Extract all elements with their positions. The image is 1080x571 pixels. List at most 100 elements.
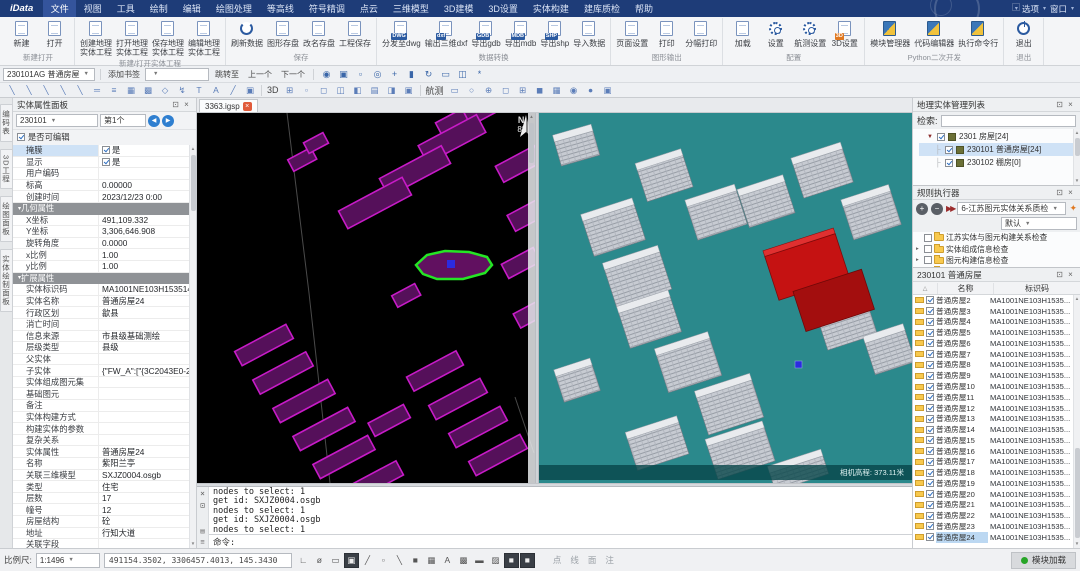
close-icon[interactable]: ×: [1065, 188, 1076, 197]
property-row[interactable]: y比例 1.00: [13, 261, 189, 273]
settings-3d-button[interactable]: 3D3D设置: [828, 19, 861, 48]
float-panel-icon[interactable]: ⊡: [1054, 100, 1065, 109]
property-row[interactable]: 掩膜 是: [13, 145, 189, 157]
camera-icon[interactable]: ◉: [566, 84, 582, 97]
table-row[interactable]: 普通房屋18 MA1001NE103H1535...: [915, 467, 1073, 478]
menu-tab[interactable]: 等高线: [259, 0, 301, 17]
property-row[interactable]: 基础图元: [13, 388, 189, 400]
expand-icon[interactable]: ▼: [927, 134, 934, 140]
expand-icon[interactable]: ▸: [916, 246, 922, 252]
table-row[interactable]: 普通房屋15 MA1001NE103H1535...: [915, 435, 1073, 446]
close-icon[interactable]: ×: [1065, 100, 1076, 109]
property-row[interactable]: 地址 行知大道: [13, 528, 189, 540]
table-row[interactable]: 普通房屋9 MA1001NE103H1535...: [915, 370, 1073, 381]
checkbox[interactable]: [926, 329, 934, 337]
rule-tree-node[interactable]: ▸ 处理: [916, 266, 1080, 267]
export-3d-dxf-button[interactable]: dxf输出三维dxf: [423, 19, 470, 48]
property-row[interactable]: x比例 1.00: [13, 249, 189, 261]
ortho-photo-icon[interactable]: ▣: [242, 84, 258, 97]
checkbox[interactable]: [926, 522, 934, 530]
open-view-icon[interactable]: ▭: [438, 68, 453, 81]
map-2d-canvas[interactable]: [197, 113, 535, 483]
draw-line-icon[interactable]: ╲: [21, 84, 37, 97]
aerial-survey-label[interactable]: 航测: [424, 84, 446, 97]
table-row[interactable]: 普通房屋8 MA1001NE103H1535...: [915, 360, 1073, 371]
print-button[interactable]: 打印: [650, 19, 683, 48]
selection-handle-3d[interactable]: [795, 361, 802, 368]
scene-3d-view[interactable]: 相机高程: 373.11米: [539, 113, 912, 483]
add-rule-button[interactable]: +: [916, 203, 928, 215]
next-button[interactable]: 下一个: [278, 69, 308, 80]
scene-3d-canvas[interactable]: [539, 113, 912, 483]
property-grid[interactable]: 掩膜 是 显示 是 用户编码 标高 0.00000 创建时间: [13, 145, 189, 548]
property-row[interactable]: Y坐标 3,306,646.908: [13, 226, 189, 238]
checkbox[interactable]: [924, 256, 932, 264]
draw-polyline-icon[interactable]: ╲: [38, 84, 54, 97]
menu-tab[interactable]: 建库质检: [576, 0, 627, 17]
rule-scheme-combo[interactable]: 6-江苏图元实体关系质检▼: [957, 202, 1066, 215]
bookmark-combo[interactable]: ▼: [145, 68, 209, 81]
default-combo[interactable]: 默认▼: [1001, 217, 1077, 230]
run-command-line-button[interactable]: 执行命令行: [956, 19, 1000, 48]
draw-curve-icon[interactable]: ╲: [55, 84, 71, 97]
table-row[interactable]: 普通房屋10 MA1001NE103H1535...: [915, 381, 1073, 392]
asterisk-icon[interactable]: *: [472, 68, 487, 81]
export-view-icon[interactable]: ▣: [600, 84, 616, 97]
table-row[interactable]: 普通房屋3 MA1001NE103H1535...: [915, 306, 1073, 317]
3d-mode-label[interactable]: 3D: [265, 85, 281, 95]
property-row[interactable]: 标高 0.00000: [13, 180, 189, 192]
checkbox[interactable]: [945, 159, 953, 167]
fill-block-icon[interactable]: ▩: [140, 84, 156, 97]
snap-line-icon[interactable]: ╲: [72, 84, 88, 97]
checkbox[interactable]: [926, 469, 934, 477]
property-grid-scrollbar[interactable]: ▲▼: [189, 145, 196, 548]
copy-view-icon[interactable]: ◫: [455, 68, 470, 81]
module-manager-button[interactable]: 模块管理器: [868, 19, 912, 48]
tiled-print-button[interactable]: 分幅打印: [683, 19, 719, 48]
property-row[interactable]: 子实体 {"FW_A":["{3C2043E0-2897-...: [13, 365, 189, 377]
grid-3d-icon[interactable]: ⊞: [282, 84, 298, 97]
property-row[interactable]: X坐标 491,109.332: [13, 215, 189, 227]
table-row[interactable]: 普通房屋2 MA1001NE103H1535...: [915, 295, 1073, 306]
expand-icon[interactable]: ▸: [916, 257, 922, 263]
previous-entity-button[interactable]: ◀: [148, 115, 160, 127]
checkbox[interactable]: [926, 533, 934, 541]
property-row[interactable]: 显示 是: [13, 157, 189, 169]
property-row[interactable]: 父实体: [13, 354, 189, 366]
load-button[interactable]: 加载: [726, 19, 759, 48]
layers-icon[interactable]: ▤: [367, 84, 383, 97]
osnap-icon[interactable]: ø: [312, 553, 327, 568]
float-panel-icon[interactable]: ⊡: [197, 501, 208, 510]
circle-icon[interactable]: ○: [464, 84, 480, 97]
app-logo[interactable]: iData: [0, 3, 43, 14]
table-row[interactable]: 普通房屋17 MA1001NE103H1535...: [915, 456, 1073, 467]
rule-tree-node[interactable]: ▸ 图元构建信息检查: [916, 255, 1080, 266]
mask-toggle-icon[interactable]: ▣: [344, 553, 359, 568]
property-row[interactable]: 用户编码: [13, 168, 189, 180]
entity-table-scrollbar[interactable]: ▲▼: [1073, 295, 1080, 548]
draw-point-icon[interactable]: ╲: [4, 84, 20, 97]
console-output[interactable]: nodes to select: 1get id: SXJZ0004.osgbn…: [209, 487, 912, 534]
float-panel-icon[interactable]: ⊡: [170, 100, 181, 109]
tree-node-shed[interactable]: ├ 230102 棚房[0]: [919, 156, 1073, 169]
table-header[interactable]: △ 名称 标识码: [913, 282, 1080, 295]
zoom-extent-icon[interactable]: ◎: [370, 68, 385, 81]
checkbox[interactable]: [926, 415, 934, 423]
dark-block-icon[interactable]: ▮: [404, 68, 419, 81]
bar-toggle-icon[interactable]: ▬: [472, 553, 487, 568]
table-row[interactable]: 普通房屋6 MA1001NE103H1535...: [915, 338, 1073, 349]
map-2d-view[interactable]: N 8° ▲: [197, 113, 535, 483]
code-editor-button[interactable]: 代码编辑器: [912, 19, 956, 48]
next-entity-button[interactable]: ▶: [162, 115, 174, 127]
checkbox[interactable]: [926, 426, 934, 434]
previous-button[interactable]: 上一个: [245, 69, 275, 80]
new-button[interactable]: 新建: [5, 19, 38, 48]
create-geo-entity-project-button[interactable]: 创建地理 实体工程: [78, 19, 114, 57]
rule-tree[interactable]: ▸ 江苏实体与图元构建关系检查 ▸ 实体组成信息检查 ▸: [913, 232, 1080, 267]
entity-table-rows[interactable]: 普通房屋2 MA1001NE103H1535... 普通房屋3 MA1001NE…: [913, 295, 1073, 548]
hatch-toggle-icon[interactable]: ▩: [456, 553, 471, 568]
column-name[interactable]: 名称: [937, 283, 993, 294]
checkbox[interactable]: [926, 479, 934, 487]
text-toggle-icon[interactable]: A: [440, 553, 455, 568]
table-row[interactable]: 普通房屋7 MA1001NE103H1535...: [915, 349, 1073, 360]
